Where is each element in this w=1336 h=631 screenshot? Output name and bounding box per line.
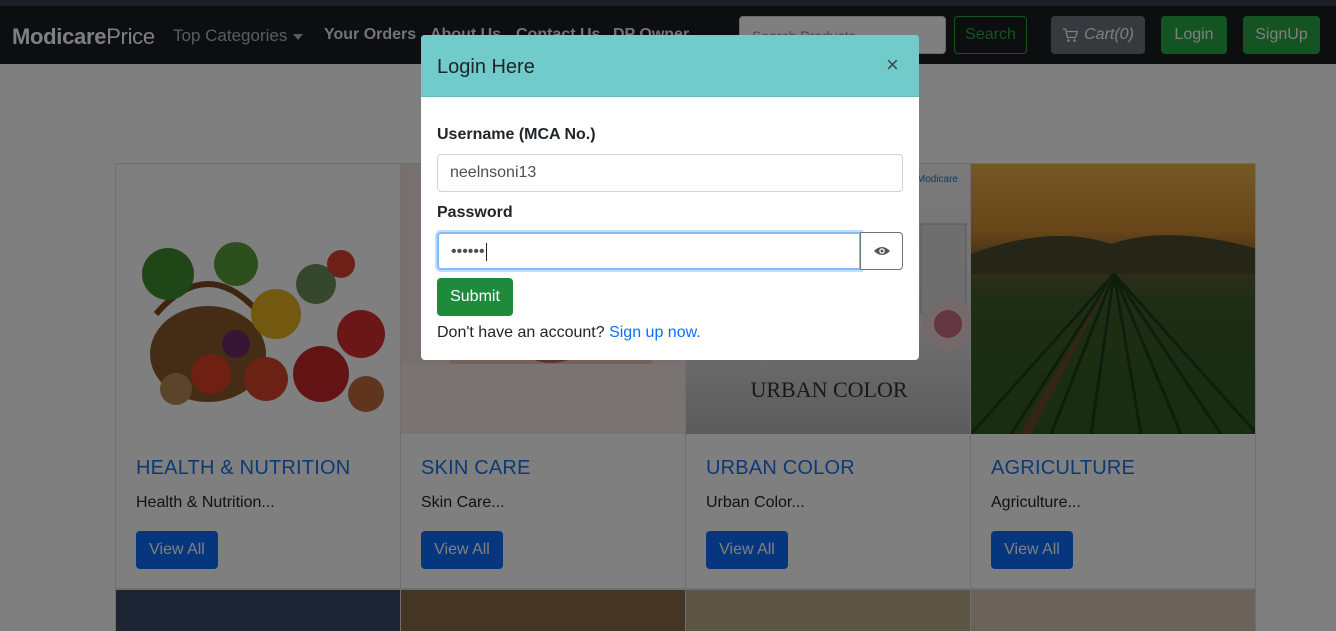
login-modal: Login Here × Username (MCA No.) neelnson… (421, 35, 919, 360)
password-field[interactable]: •••••• (437, 232, 861, 270)
close-icon[interactable]: × (886, 54, 899, 76)
modal-header: Login Here × (421, 35, 919, 97)
signup-link[interactable]: Sign up now. (609, 324, 701, 341)
username-field[interactable]: neelnsoni13 (437, 154, 903, 192)
modal-title: Login Here (437, 56, 535, 78)
password-label: Password (437, 204, 513, 221)
password-masked-value: •••••• (451, 243, 485, 261)
eye-icon (873, 247, 890, 255)
submit-button[interactable]: Submit (437, 278, 513, 316)
username-label: Username (MCA No.) (437, 126, 596, 143)
signup-prompt: Don't have an account? Sign up now. (437, 324, 701, 342)
signup-prompt-text: Don't have an account? (437, 324, 605, 341)
toggle-password-visibility[interactable] (860, 232, 903, 270)
text-cursor (485, 243, 487, 261)
